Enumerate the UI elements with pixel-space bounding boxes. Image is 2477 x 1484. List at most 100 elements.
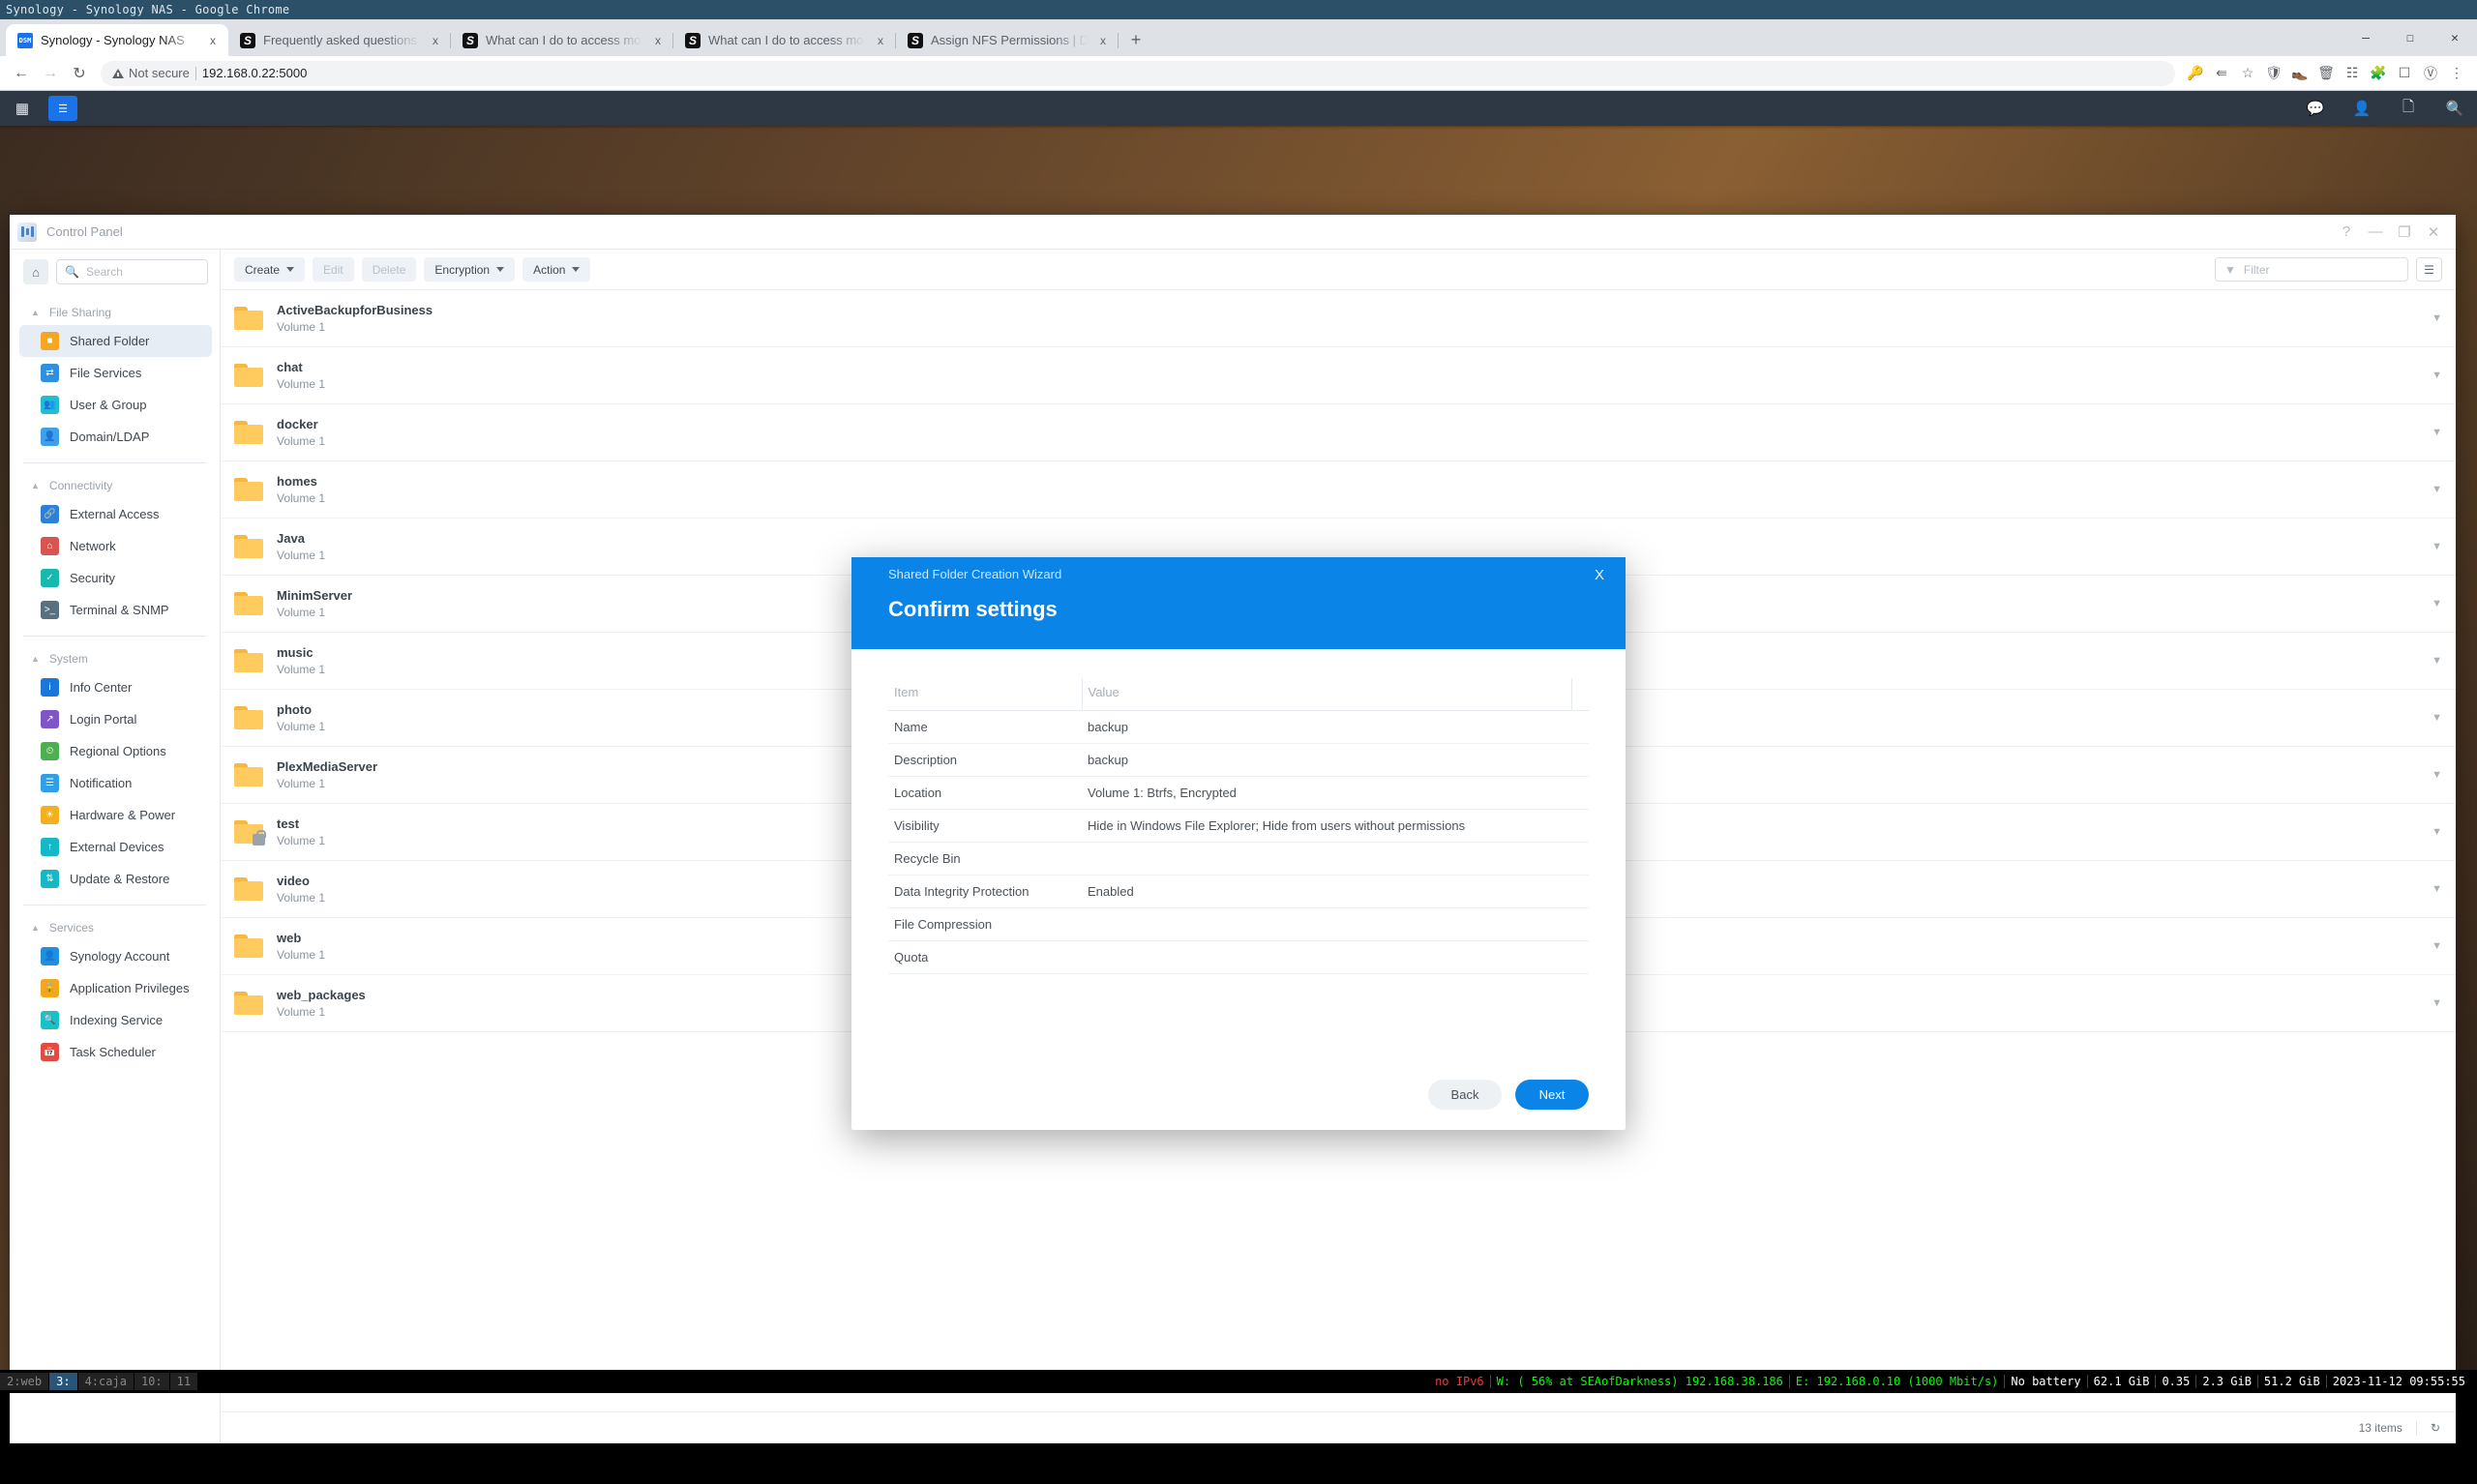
- workspace-button-active[interactable]: 3:: [49, 1373, 76, 1390]
- sidebar-group-header[interactable]: ▲ File Sharing: [10, 300, 220, 325]
- sidebar-item-shared-folder[interactable]: ■ Shared Folder: [19, 325, 212, 357]
- table-row[interactable]: video Volume 1 ▼: [221, 861, 2456, 918]
- chevron-down-icon[interactable]: ▼: [2432, 769, 2442, 781]
- chevron-down-icon[interactable]: ▼: [2432, 883, 2442, 895]
- browser-tab-2[interactable]: S What can I do to access mou x: [451, 24, 673, 56]
- share-icon[interactable]: ⇚: [2209, 61, 2234, 86]
- workspace-button[interactable]: 2:web: [0, 1373, 48, 1390]
- reload-icon[interactable]: ↻: [66, 60, 93, 87]
- table-row[interactable]: music Volume 1 ▼: [221, 633, 2456, 690]
- help-button[interactable]: ?: [2332, 218, 2361, 247]
- delete-button[interactable]: Delete: [362, 257, 417, 282]
- key-icon[interactable]: 🔑: [2183, 61, 2208, 86]
- sidebar-item-info-center[interactable]: i Info Center: [19, 671, 212, 703]
- table-row[interactable]: Java Volume 1 ▼: [221, 519, 2456, 576]
- table-row[interactable]: docker Volume 1 ▼: [221, 404, 2456, 461]
- sidebar-group-header[interactable]: ▲ Services: [10, 915, 220, 940]
- notifications-icon[interactable]: 🗋: [2396, 96, 2421, 121]
- sidebar-item-hardware-power[interactable]: ☀ Hardware & Power: [19, 799, 212, 831]
- tab-close-icon[interactable]: x: [1095, 34, 1111, 47]
- equalizer-icon[interactable]: ☷: [2340, 61, 2365, 86]
- chevron-down-icon[interactable]: ▼: [2432, 598, 2442, 609]
- sidebar-item-external-access[interactable]: 🔗 External Access: [19, 498, 212, 530]
- extensions-icon[interactable]: 🧩: [2366, 61, 2391, 86]
- ublock-icon[interactable]: 🛡: [2261, 61, 2286, 86]
- chevron-down-icon[interactable]: ▼: [2432, 997, 2442, 1009]
- sidebar-item-indexing-service[interactable]: 🔍 Indexing Service: [19, 1004, 212, 1036]
- chat-icon[interactable]: 💬: [2303, 96, 2328, 121]
- workspace-button[interactable]: 4:caja: [78, 1373, 134, 1390]
- search-input[interactable]: 🔍 Search: [56, 259, 208, 284]
- sidebar-item-terminal-snmp[interactable]: >_ Terminal & SNMP: [19, 594, 212, 626]
- tab-close-icon[interactable]: x: [205, 34, 221, 47]
- sidebar-group-header[interactable]: ▲ System: [10, 646, 220, 671]
- sidepanel-icon[interactable]: ☐: [2392, 61, 2417, 86]
- tab-close-icon[interactable]: x: [428, 34, 443, 47]
- table-row[interactable]: MinimServer Volume 1 ▼: [221, 576, 2456, 633]
- forward-icon[interactable]: →: [37, 60, 64, 87]
- back-icon[interactable]: ←: [8, 60, 35, 87]
- sidebar-item-domain-ldap[interactable]: 👤 Domain/LDAP: [19, 421, 212, 453]
- not-secure-badge[interactable]: Not secure: [112, 66, 190, 80]
- minimize-button[interactable]: —: [2361, 218, 2390, 247]
- maximize-button[interactable]: ☐: [2388, 19, 2432, 56]
- browser-tab-1[interactable]: S Frequently asked questions a x: [228, 24, 451, 56]
- chevron-down-icon[interactable]: ▼: [2432, 940, 2442, 952]
- home-icon[interactable]: ⌂: [23, 259, 48, 284]
- new-tab-button[interactable]: +: [1122, 26, 1149, 53]
- sidebar-item-login-portal[interactable]: ↗ Login Portal: [19, 703, 212, 735]
- apps-grid-icon[interactable]: ▦: [10, 96, 35, 121]
- tab-close-icon[interactable]: x: [650, 34, 666, 47]
- sidebar-item-external-devices[interactable]: ↑ External Devices: [19, 831, 212, 863]
- address-bar[interactable]: Not secure 192.168.0.22:5000: [101, 61, 2175, 86]
- encryption-button[interactable]: Encryption: [424, 257, 515, 282]
- sidebar-group-header[interactable]: ▲ Connectivity: [10, 473, 220, 498]
- sidebar-item-update-restore[interactable]: ⇅ Update & Restore: [19, 863, 212, 895]
- edit-button[interactable]: Edit: [313, 257, 354, 282]
- chevron-down-icon[interactable]: ▼: [2432, 712, 2442, 724]
- list-view-icon[interactable]: ☰: [2416, 257, 2442, 282]
- shoe-icon[interactable]: 👞: [2287, 61, 2313, 86]
- sidebar-item-regional-options[interactable]: ⏲ Regional Options: [19, 735, 212, 767]
- sidebar-item-network[interactable]: ⌂ Network: [19, 530, 212, 562]
- table-row[interactable]: chat Volume 1 ▼: [221, 347, 2456, 404]
- chevron-down-icon[interactable]: ▼: [2432, 370, 2442, 381]
- sidebar-item-user-group[interactable]: 👥 User & Group: [19, 389, 212, 421]
- user-icon[interactable]: 👤: [2349, 96, 2374, 121]
- table-row[interactable]: PlexMediaServer Volume 1 ▼: [221, 747, 2456, 804]
- table-row[interactable]: photo Volume 1 ▼: [221, 690, 2456, 747]
- close-button[interactable]: ✕: [2432, 19, 2477, 56]
- chevron-down-icon[interactable]: ▼: [2432, 655, 2442, 667]
- sidebar-item-task-scheduler[interactable]: 📅 Task Scheduler: [19, 1036, 212, 1068]
- search-icon[interactable]: 🔍: [2442, 96, 2467, 121]
- table-row[interactable]: homes Volume 1 ▼: [221, 461, 2456, 519]
- table-row[interactable]: test Volume 1 ▼: [221, 804, 2456, 861]
- chevron-down-icon[interactable]: ▼: [2432, 427, 2442, 438]
- workspace-button[interactable]: 10:: [134, 1373, 169, 1390]
- minimize-button[interactable]: —: [2343, 19, 2388, 56]
- table-row[interactable]: ActiveBackupforBusiness Volume 1 ▼: [221, 290, 2456, 347]
- sidebar-item-application-privileges[interactable]: 🔒 Application Privileges: [19, 972, 212, 1004]
- chevron-down-icon[interactable]: ▼: [2432, 541, 2442, 552]
- tab-close-icon[interactable]: x: [873, 34, 888, 47]
- trash-icon[interactable]: 🗑: [2313, 61, 2339, 86]
- control-panel-app-icon[interactable]: ☰: [48, 96, 77, 121]
- browser-tab-4[interactable]: S Assign NFS Permissions | DS x: [896, 24, 1119, 56]
- sidebar-item-security[interactable]: ✓ Security: [19, 562, 212, 594]
- browser-tab-0[interactable]: DSM Synology - Synology NAS x: [6, 24, 228, 56]
- chevron-down-icon[interactable]: ▼: [2432, 826, 2442, 838]
- chevron-down-icon[interactable]: ▼: [2432, 312, 2442, 324]
- refresh-icon[interactable]: ↻: [2431, 1421, 2440, 1435]
- profile-icon[interactable]: Ⓥ: [2418, 61, 2443, 86]
- browser-tab-3[interactable]: S What can I do to access mou x: [673, 24, 896, 56]
- workspace-button[interactable]: 11: [170, 1373, 197, 1390]
- chevron-down-icon[interactable]: ▼: [2432, 484, 2442, 495]
- close-button[interactable]: ✕: [2419, 218, 2448, 247]
- sidebar-item-notification[interactable]: ☰ Notification: [19, 767, 212, 799]
- sidebar-item-synology-account[interactable]: 👤 Synology Account: [19, 940, 212, 972]
- create-button[interactable]: Create: [234, 257, 305, 282]
- table-row[interactable]: web Volume 1 ▼: [221, 918, 2456, 975]
- table-row[interactable]: web_packages Volume 1 ▼: [221, 975, 2456, 1032]
- star-icon[interactable]: ☆: [2235, 61, 2260, 86]
- maximize-button[interactable]: ❐: [2390, 218, 2419, 247]
